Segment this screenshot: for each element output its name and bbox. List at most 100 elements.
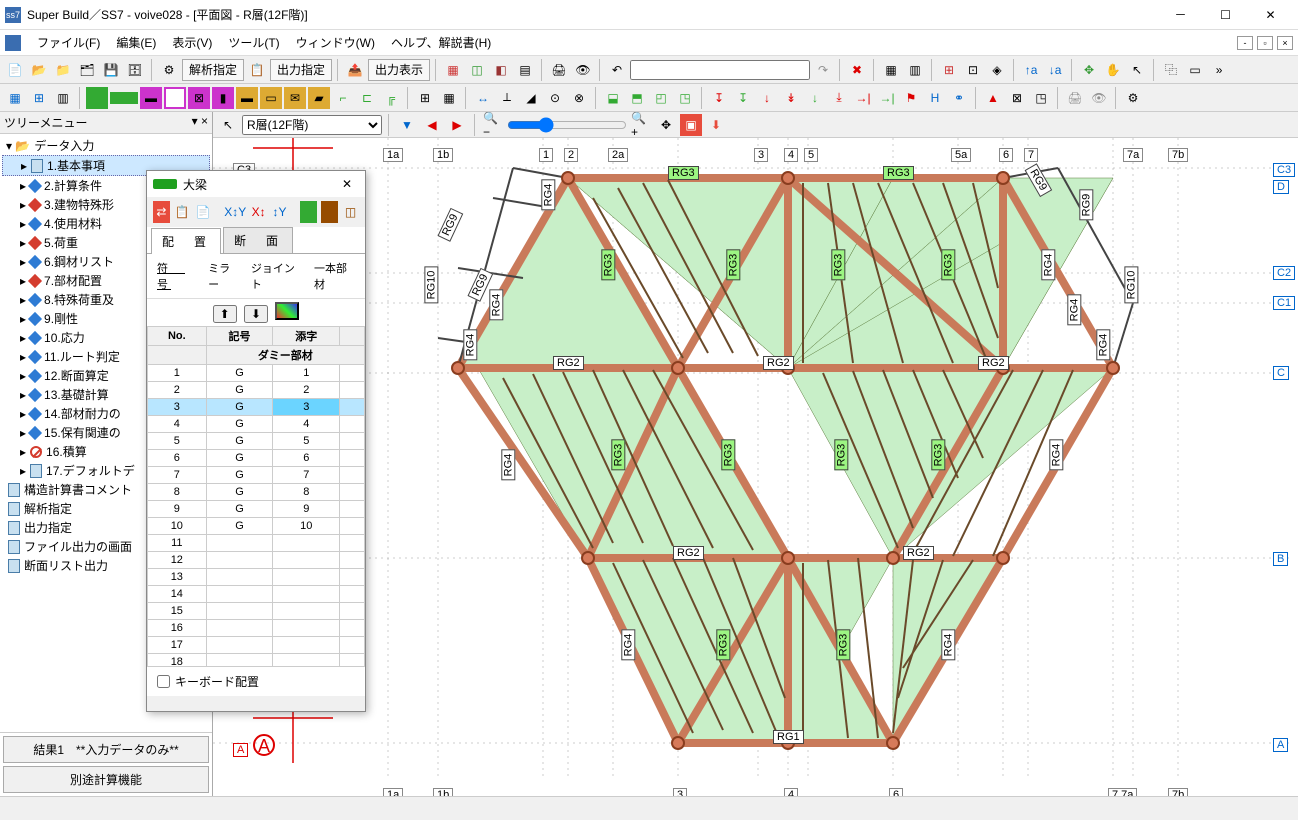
new-icon[interactable]: 📄 [4,59,26,81]
swap-icon[interactable]: ⇄ [153,201,170,223]
table-row[interactable]: 3G3 [148,399,365,416]
table-row[interactable]: 4G4 [148,416,365,433]
node[interactable] [1106,361,1120,375]
el2-icon[interactable]: ▬ [236,87,258,109]
slab-icon[interactable] [164,87,186,109]
table-row[interactable]: 16 [148,620,365,637]
el6-icon[interactable]: ⌐ [332,87,354,109]
subtab-single[interactable]: 一本部材 [314,260,355,292]
redo-icon[interactable]: ↷ [812,59,834,81]
table-row[interactable]: 1G1 [148,365,365,382]
table-row[interactable]: 14 [148,586,365,603]
a2-icon[interactable]: ↧ [732,87,754,109]
hand-icon[interactable]: ✋ [1102,59,1124,81]
region2-icon[interactable]: ⬇ [705,114,727,136]
m2-icon[interactable]: ⊞ [28,87,50,109]
l3-icon[interactable]: ◰ [650,87,672,109]
filter-icon[interactable]: ▼ [396,114,418,136]
move-icon[interactable]: ✥ [1078,59,1100,81]
table-row[interactable]: 11 [148,535,365,552]
w3-icon[interactable]: ◳ [1030,87,1052,109]
tile-icon[interactable]: ▭ [1184,59,1206,81]
zoom-slider[interactable] [507,117,627,133]
m3-icon[interactable]: ▥ [52,87,74,109]
win1-icon[interactable]: ▦ [880,59,902,81]
cascade-icon[interactable]: ⿻ [1160,59,1182,81]
down-button[interactable]: ⬇ [244,305,268,323]
table-row[interactable]: 7G7 [148,467,365,484]
menu-window[interactable]: ウィンドウ(W) [288,31,383,54]
page-icon[interactable]: 📄 [195,201,212,223]
node[interactable] [581,551,595,565]
out2-icon[interactable]: 📤 [344,59,366,81]
node[interactable] [886,736,900,750]
grid3-icon[interactable]: ◈ [986,59,1008,81]
grid2-icon[interactable]: ⊡ [962,59,984,81]
print-icon[interactable]: 🖨 [548,59,570,81]
el5-icon[interactable]: ▰ [308,87,330,109]
grid-b-icon[interactable]: ⊞ [414,87,436,109]
tree-dropdown-icon[interactable]: ▾ × [192,114,208,131]
node[interactable] [781,551,795,565]
node[interactable] [671,736,685,750]
mdi-max[interactable]: ▫ [1257,36,1273,50]
w1-icon[interactable]: ▲ [982,87,1004,109]
zoom-in-icon[interactable]: 🔍+ [630,114,652,136]
layer-select[interactable]: R層(12F階) [242,115,382,135]
output-button[interactable]: 出力指定 [270,59,332,81]
wall-icon[interactable]: ▬ [140,87,162,109]
minimize-button[interactable]: － [1158,0,1203,30]
col-icon[interactable] [86,87,108,109]
m1-icon[interactable]: ▦ [4,87,26,109]
link-icon[interactable]: ⚭ [948,87,970,109]
p2-icon[interactable]: 👁 [1088,87,1110,109]
keyboard-checkbox[interactable]: キーボード配置 [157,673,355,690]
right-icon[interactable]: ▶ [446,114,468,136]
l2-icon[interactable]: ⬒ [626,87,648,109]
dim4-icon[interactable]: ⊙ [544,87,566,109]
pointer-icon[interactable]: ↖ [217,114,239,136]
a9-icon[interactable]: ⚑ [900,87,922,109]
menu-tool[interactable]: ツール(T) [220,31,287,54]
xy-icon[interactable]: X↕Y [224,201,246,223]
open2-icon[interactable]: 📁 [52,59,74,81]
el1-icon[interactable]: ▮ [212,87,234,109]
l4-icon[interactable]: ◳ [674,87,696,109]
analysis-button[interactable]: 解析指定 [182,59,244,81]
ta-icon[interactable]: ↑a [1020,59,1042,81]
a7-icon[interactable]: →| [852,87,874,109]
grid-c-icon[interactable]: ▦ [438,87,460,109]
table-row[interactable]: 17 [148,637,365,654]
fit-icon[interactable]: ✥ [655,114,677,136]
float-titlebar[interactable]: 大梁 ✕ [147,171,365,197]
del-icon[interactable]: ✖ [846,59,868,81]
dim-icon[interactable]: ↔ [472,87,494,109]
float-table[interactable]: No. 記号 添字 ダミー部材 1G12G23G34G45G56G67G78G8… [147,326,365,666]
up-button[interactable]: ⬆ [213,305,237,323]
a4-icon[interactable]: ↡ [780,87,802,109]
region-icon[interactable]: ▣ [680,114,702,136]
table-row[interactable]: 6G6 [148,450,365,467]
table-row[interactable]: 13 [148,569,365,586]
menu-view[interactable]: 表示(V) [164,31,220,54]
saveas-icon[interactable]: 🗄 [124,59,146,81]
subtab-mirror[interactable]: ミラー [208,260,239,292]
table-row[interactable]: 8G8 [148,484,365,501]
el4-icon[interactable]: ✉ [284,87,306,109]
node[interactable] [671,361,685,375]
l1-icon[interactable]: ⬓ [602,87,624,109]
table-row[interactable]: 2G2 [148,382,365,399]
node[interactable] [561,171,575,185]
a1-icon[interactable]: ↧ [708,87,730,109]
history-combo[interactable] [630,60,810,80]
table-row[interactable]: 15 [148,603,365,620]
h-icon[interactable]: H [924,87,946,109]
menu-help[interactable]: ヘルプ、解説書(H) [383,31,499,54]
node[interactable] [996,551,1010,565]
node[interactable] [996,171,1010,185]
zoom-out-icon[interactable]: 🔍− [482,114,504,136]
menu-edit[interactable]: 編集(E) [108,31,164,54]
maximize-button[interactable]: ☐ [1203,0,1248,30]
float-close-icon[interactable]: ✕ [335,177,359,191]
v3-icon[interactable]: ◧ [490,59,512,81]
